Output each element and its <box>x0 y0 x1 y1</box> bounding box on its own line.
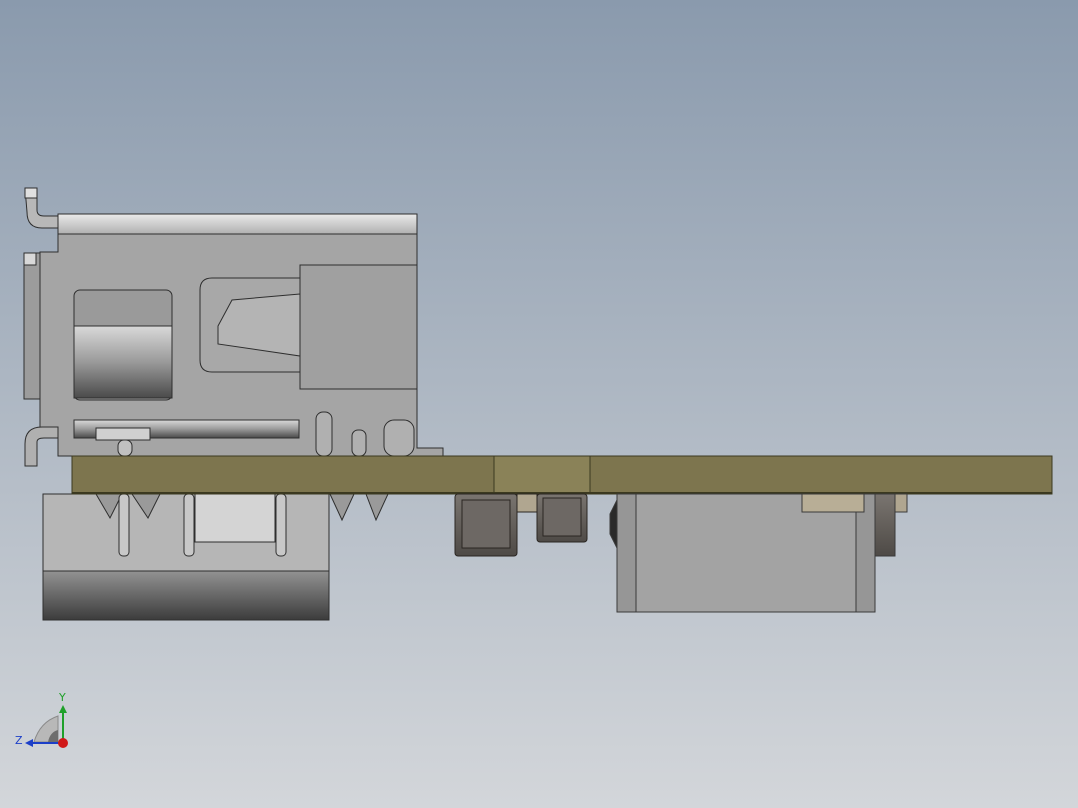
small-component <box>874 493 896 557</box>
model-scene[interactable]: Y Z <box>0 0 1078 808</box>
pcb-center-section <box>493 455 591 495</box>
connector-tab <box>95 427 151 441</box>
pcb-board[interactable] <box>71 455 1053 495</box>
connector-pin <box>315 411 333 457</box>
bottom-body-slot <box>118 493 130 557</box>
large-component[interactable] <box>609 493 908 613</box>
capacitor-2-inner <box>542 497 582 537</box>
connector-right-block <box>299 264 418 390</box>
connector-left-flange-edge <box>23 252 37 266</box>
bottom-body-slot-shade <box>194 493 276 543</box>
bottom-body-slot <box>275 493 287 557</box>
bottom-body-slot <box>183 493 195 557</box>
connector-top-hook-tip <box>24 187 38 199</box>
large-component-label-pad <box>801 493 865 513</box>
small-pad <box>894 493 908 513</box>
connector-left-flange <box>23 252 41 400</box>
connector-pin <box>117 439 133 457</box>
pad <box>516 493 538 513</box>
connector-top-band <box>57 213 418 235</box>
graphics-viewport[interactable]: Y Z <box>0 0 1078 808</box>
z-axis-label: Z <box>15 734 23 747</box>
capacitor-1-inner <box>461 499 511 549</box>
connector-left-window-band <box>73 325 173 399</box>
origin-dot <box>58 738 68 748</box>
connector-pin <box>351 429 367 457</box>
large-component-side-left <box>616 493 637 613</box>
y-axis-label: Y <box>58 691 66 704</box>
connector-housing[interactable] <box>23 187 444 467</box>
connector-pin <box>383 419 415 457</box>
